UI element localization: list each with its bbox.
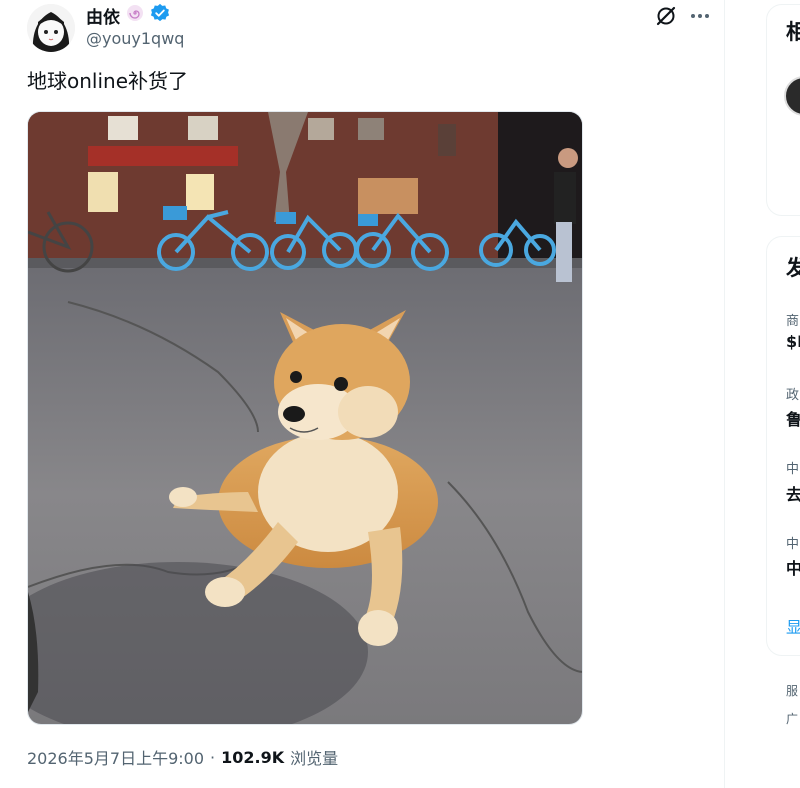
column-divider xyxy=(724,0,725,788)
trend-item[interactable]: $I xyxy=(786,332,800,351)
display-name[interactable]: 由依 xyxy=(86,3,120,28)
trend-category: 政 xyxy=(786,388,800,403)
tweet-photo[interactable] xyxy=(27,111,583,725)
tweet-detail: 由依 @youy1qwq 地球online补货了 2026年5月7日上午9:00… xyxy=(0,0,724,788)
footer-link[interactable]: 服 xyxy=(786,682,798,699)
meta-separator: · xyxy=(210,747,216,767)
tweet-meta: 2026年5月7日上午9:00 · 102.9K 浏览量 xyxy=(27,745,338,769)
sidebar-card-trends xyxy=(766,236,800,656)
trend-item[interactable]: 中 xyxy=(786,555,800,579)
more-icon[interactable] xyxy=(688,4,712,28)
trend-category: 商 xyxy=(786,314,800,329)
views-count: 102.9K xyxy=(221,747,285,767)
show-more-link[interactable]: 显 xyxy=(786,614,800,638)
shiba-dog-photo xyxy=(28,112,582,724)
trend-item[interactable]: 鲁 xyxy=(786,406,800,430)
avatar[interactable] xyxy=(27,4,75,52)
avatar-image xyxy=(27,4,75,52)
author-name-row[interactable]: 由依 xyxy=(86,3,170,28)
verified-badge-icon xyxy=(150,3,170,27)
grok-icon[interactable] xyxy=(654,4,678,28)
author-handle[interactable]: @youy1qwq xyxy=(86,29,184,48)
tweet-text: 地球online补货了 xyxy=(27,69,189,93)
timestamp[interactable]: 2026年5月7日上午9:00 xyxy=(27,745,204,769)
trend-item[interactable]: 去 xyxy=(786,481,800,505)
swirl-badge-icon xyxy=(126,4,144,26)
trend-category: 中 xyxy=(786,537,800,552)
sidebar-card-title: 相 xyxy=(786,20,800,44)
trend-category: 中 xyxy=(786,462,800,477)
footer-link[interactable]: 广 xyxy=(786,710,798,727)
views-label: 浏览量 xyxy=(290,749,339,768)
sidebar-trends-title: 发 xyxy=(786,256,800,280)
